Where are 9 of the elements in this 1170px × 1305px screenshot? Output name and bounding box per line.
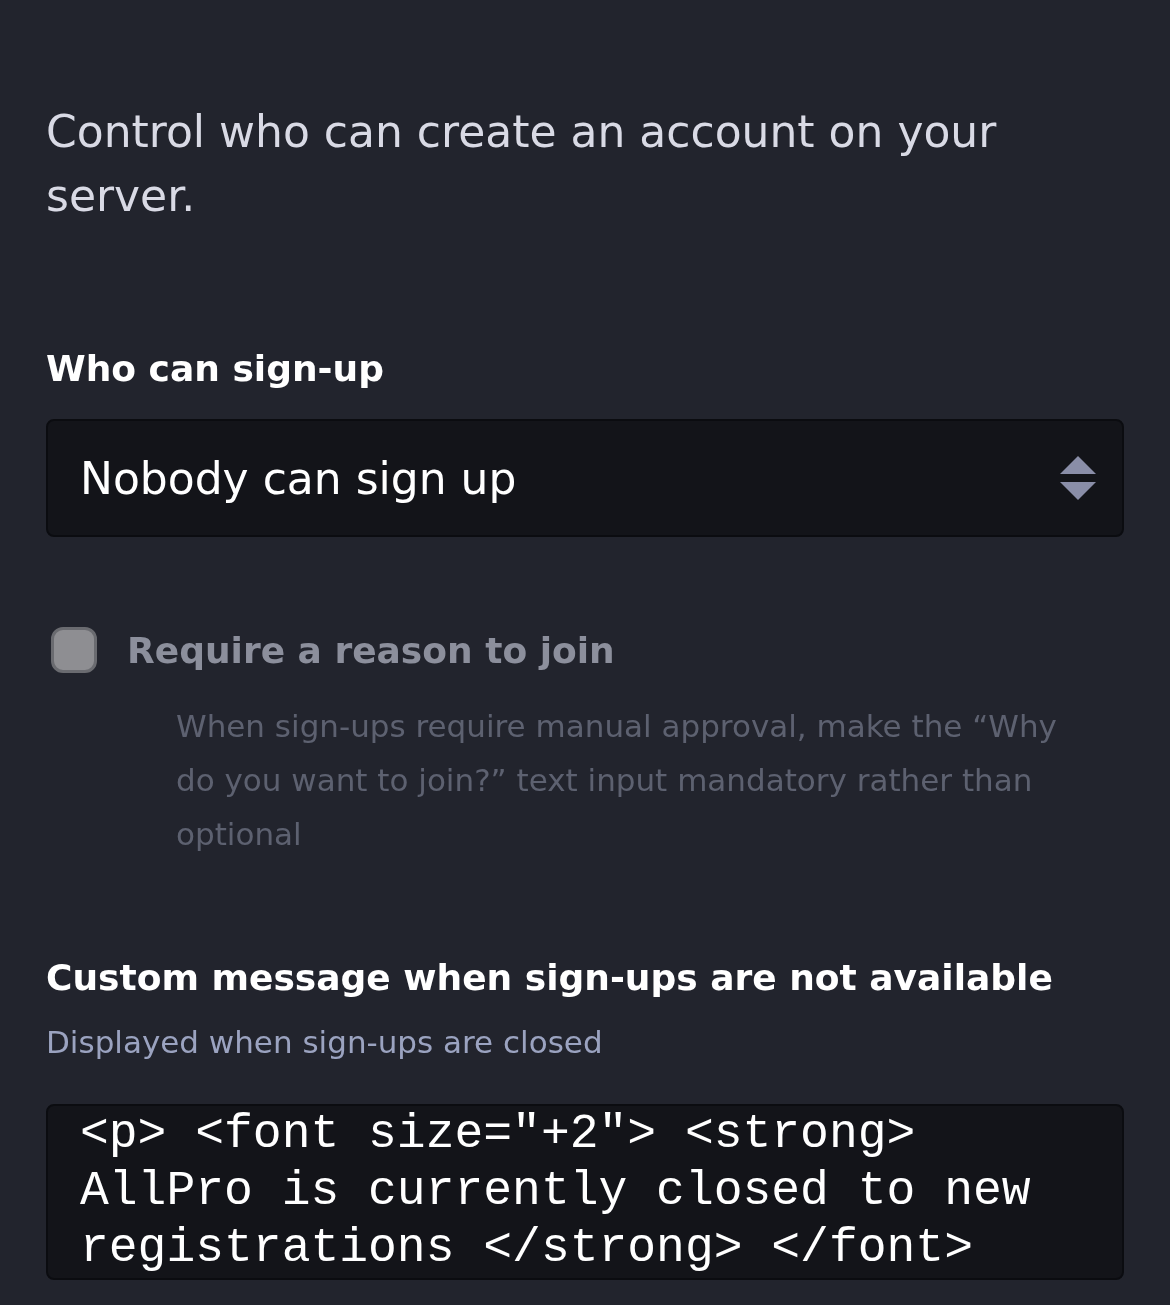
signup-select[interactable]: Nobody can sign up — [46, 419, 1124, 537]
sort-arrows-icon — [1058, 454, 1098, 502]
hint-text: Displayed when sign-ups are closed — [46, 1024, 604, 1060]
field-label: Custom message when sign-ups are not available — [46, 957, 1054, 998]
hint-text: When sign-ups require manual approval, make the “Why do you want to join?” text input mandatory rather than optional — [176, 707, 1058, 854]
message-field[interactable]: <p> <font size="+2"> <strong> AllPro is currently closed to new registrations </strong> </font> — [46, 1104, 1124, 1280]
intro-text: Control who can create an account on your server. — [46, 105, 998, 223]
checkbox-label: Require a reason to join — [127, 629, 615, 671]
field-label: Who can sign-up — [46, 348, 385, 389]
